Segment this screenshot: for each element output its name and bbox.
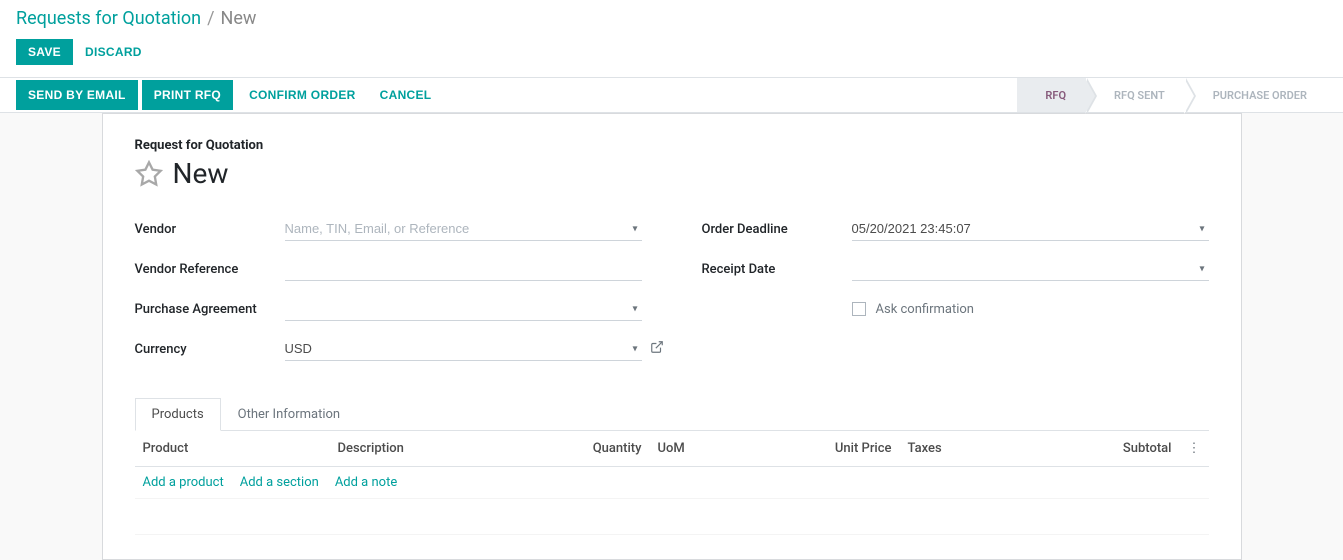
receipt-date-input[interactable] xyxy=(852,257,1209,281)
col-unit-price: Unit Price xyxy=(820,431,900,467)
status-step-rfq-sent[interactable]: RFQ SENT xyxy=(1086,78,1185,112)
table-row xyxy=(135,499,1209,535)
breadcrumb: Requests for Quotation / New xyxy=(16,8,1327,29)
form-title-label: Request for Quotation xyxy=(135,138,1209,153)
send-by-email-button[interactable]: SEND BY EMAIL xyxy=(16,80,138,110)
status-bar: RFQ RFQ SENT PURCHASE ORDER xyxy=(1017,78,1327,112)
add-section-link[interactable]: Add a section xyxy=(240,475,319,490)
col-product: Product xyxy=(135,431,330,467)
cancel-button[interactable]: CANCEL xyxy=(368,80,444,110)
order-deadline-input[interactable] xyxy=(852,217,1209,241)
breadcrumb-current: New xyxy=(221,8,257,29)
currency-input[interactable] xyxy=(285,337,642,361)
purchase-agreement-label: Purchase Agreement xyxy=(135,302,285,317)
add-product-link[interactable]: Add a product xyxy=(143,475,224,490)
order-deadline-label: Order Deadline xyxy=(702,222,852,237)
save-button[interactable]: SAVE xyxy=(16,39,73,65)
status-step-rfq[interactable]: RFQ xyxy=(1017,78,1086,112)
external-link-icon[interactable] xyxy=(650,340,664,358)
receipt-date-label: Receipt Date xyxy=(702,262,852,277)
col-description: Description xyxy=(330,431,580,467)
vendor-label: Vendor xyxy=(135,222,285,237)
tab-other-information[interactable]: Other Information xyxy=(221,398,357,431)
ask-confirmation-checkbox[interactable] xyxy=(852,302,866,316)
breadcrumb-parent[interactable]: Requests for Quotation xyxy=(16,8,201,29)
status-step-purchase-order[interactable]: PURCHASE ORDER xyxy=(1185,78,1327,112)
ask-confirmation-label: Ask confirmation xyxy=(876,302,975,317)
confirm-order-button[interactable]: CONFIRM ORDER xyxy=(237,80,368,110)
purchase-agreement-input[interactable] xyxy=(285,297,642,321)
vendor-reference-label: Vendor Reference xyxy=(135,262,285,277)
col-taxes: Taxes xyxy=(900,431,1080,467)
print-rfq-button[interactable]: PRINT RFQ xyxy=(142,80,233,110)
tab-products[interactable]: Products xyxy=(135,398,221,431)
vendor-reference-input[interactable] xyxy=(285,257,642,281)
page-title: New xyxy=(173,157,229,190)
col-subtotal: Subtotal xyxy=(1080,431,1180,467)
col-quantity: Quantity xyxy=(580,431,650,467)
star-icon[interactable] xyxy=(135,160,163,188)
currency-label: Currency xyxy=(135,342,285,357)
tabs: Products Other Information xyxy=(135,398,1209,431)
discard-button[interactable]: DISCARD xyxy=(85,45,142,59)
add-note-link[interactable]: Add a note xyxy=(335,475,397,490)
table-row: Add a product Add a section Add a note xyxy=(135,467,1209,499)
col-uom: UoM xyxy=(650,431,820,467)
vendor-input[interactable] xyxy=(285,217,642,241)
kebab-icon[interactable]: ⋮ xyxy=(1180,431,1209,467)
breadcrumb-separator: / xyxy=(207,8,214,29)
